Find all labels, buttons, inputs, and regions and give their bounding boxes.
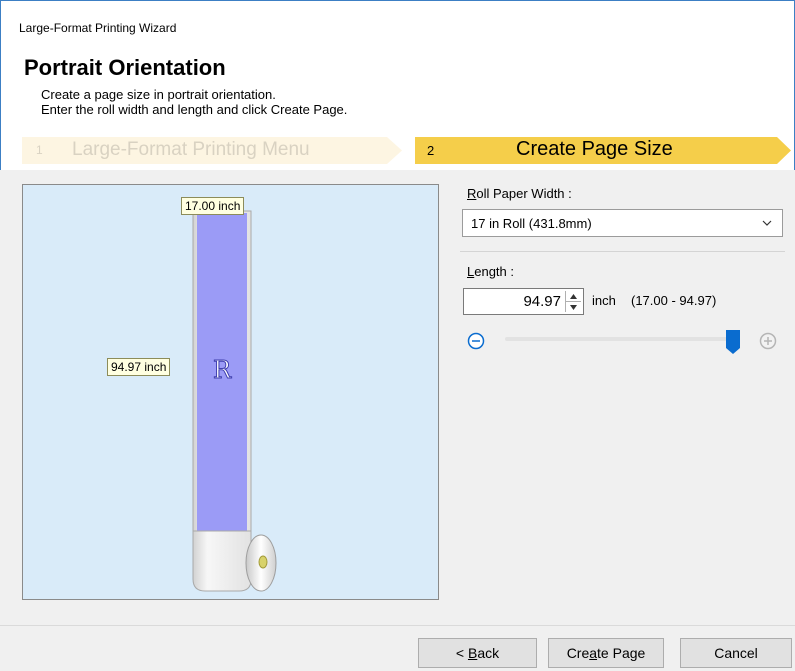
button-accelerator: a: [589, 645, 598, 661]
create-page-button[interactable]: Create Page: [548, 638, 664, 668]
length-range: (17.00 - 94.97): [631, 293, 717, 308]
slider-thumb-icon[interactable]: [726, 330, 740, 354]
width-dimension-label: 17.00 inch: [181, 197, 245, 215]
button-text: ack: [477, 645, 500, 661]
description-line-2: Enter the roll width and length and clic…: [41, 102, 348, 117]
length-unit: inch: [592, 293, 616, 308]
spin-up-icon: [570, 294, 577, 299]
length-dimension-label: 94.97 inch: [107, 358, 171, 376]
roll-paper-width-label: Roll Paper Width :: [467, 186, 572, 201]
roll-core-icon: [258, 555, 268, 569]
step-number: 1: [36, 143, 43, 157]
zoom-in-icon[interactable]: [759, 332, 777, 350]
label-text: oll Paper Width :: [476, 186, 572, 201]
button-text: <: [455, 645, 468, 661]
description-line-1: Create a page size in portrait orientati…: [41, 87, 276, 102]
step-number: 2: [427, 143, 435, 158]
spin-down-button[interactable]: [566, 301, 581, 312]
length-label: Length :: [467, 264, 514, 279]
spin-up-button[interactable]: [566, 291, 581, 301]
step-label: Large-Format Printing Menu: [72, 139, 310, 160]
button-text: Cre: [566, 645, 590, 661]
step-label: Create Page Size: [516, 138, 673, 160]
page-title: Portrait Orientation: [24, 55, 226, 80]
roll-illustration: R: [192, 210, 277, 592]
spin-down-icon: [570, 305, 577, 310]
step-create-page-size: 2 Create Page Size: [415, 137, 791, 164]
divider: [460, 251, 785, 252]
zoom-out-icon[interactable]: [467, 332, 485, 350]
select-value: 17 in Roll (431.8mm): [471, 216, 592, 231]
button-accelerator: B: [467, 645, 478, 661]
chevron-down-icon: [762, 220, 772, 226]
length-spinner: [565, 291, 581, 312]
label-text: ength :: [474, 264, 514, 279]
back-button[interactable]: < Back: [418, 638, 537, 668]
length-value: 94.97: [523, 293, 561, 310]
page-preview: R: [22, 184, 439, 600]
button-text: te Page: [597, 645, 646, 661]
step-large-format-printing-menu: 1 Large-Format Printing Menu: [22, 137, 402, 164]
roll-paper-curl: [192, 530, 252, 592]
cancel-button[interactable]: Cancel: [680, 638, 792, 668]
window-title: Large-Format Printing Wizard: [19, 21, 177, 35]
length-slider-track[interactable]: [505, 337, 735, 341]
label-accelerator: R: [467, 186, 477, 201]
length-input[interactable]: 94.97: [463, 288, 584, 315]
page-glyph: R: [213, 356, 232, 384]
roll-paper-width-select[interactable]: 17 in Roll (431.8mm): [462, 209, 783, 237]
button-bar: [0, 625, 795, 671]
